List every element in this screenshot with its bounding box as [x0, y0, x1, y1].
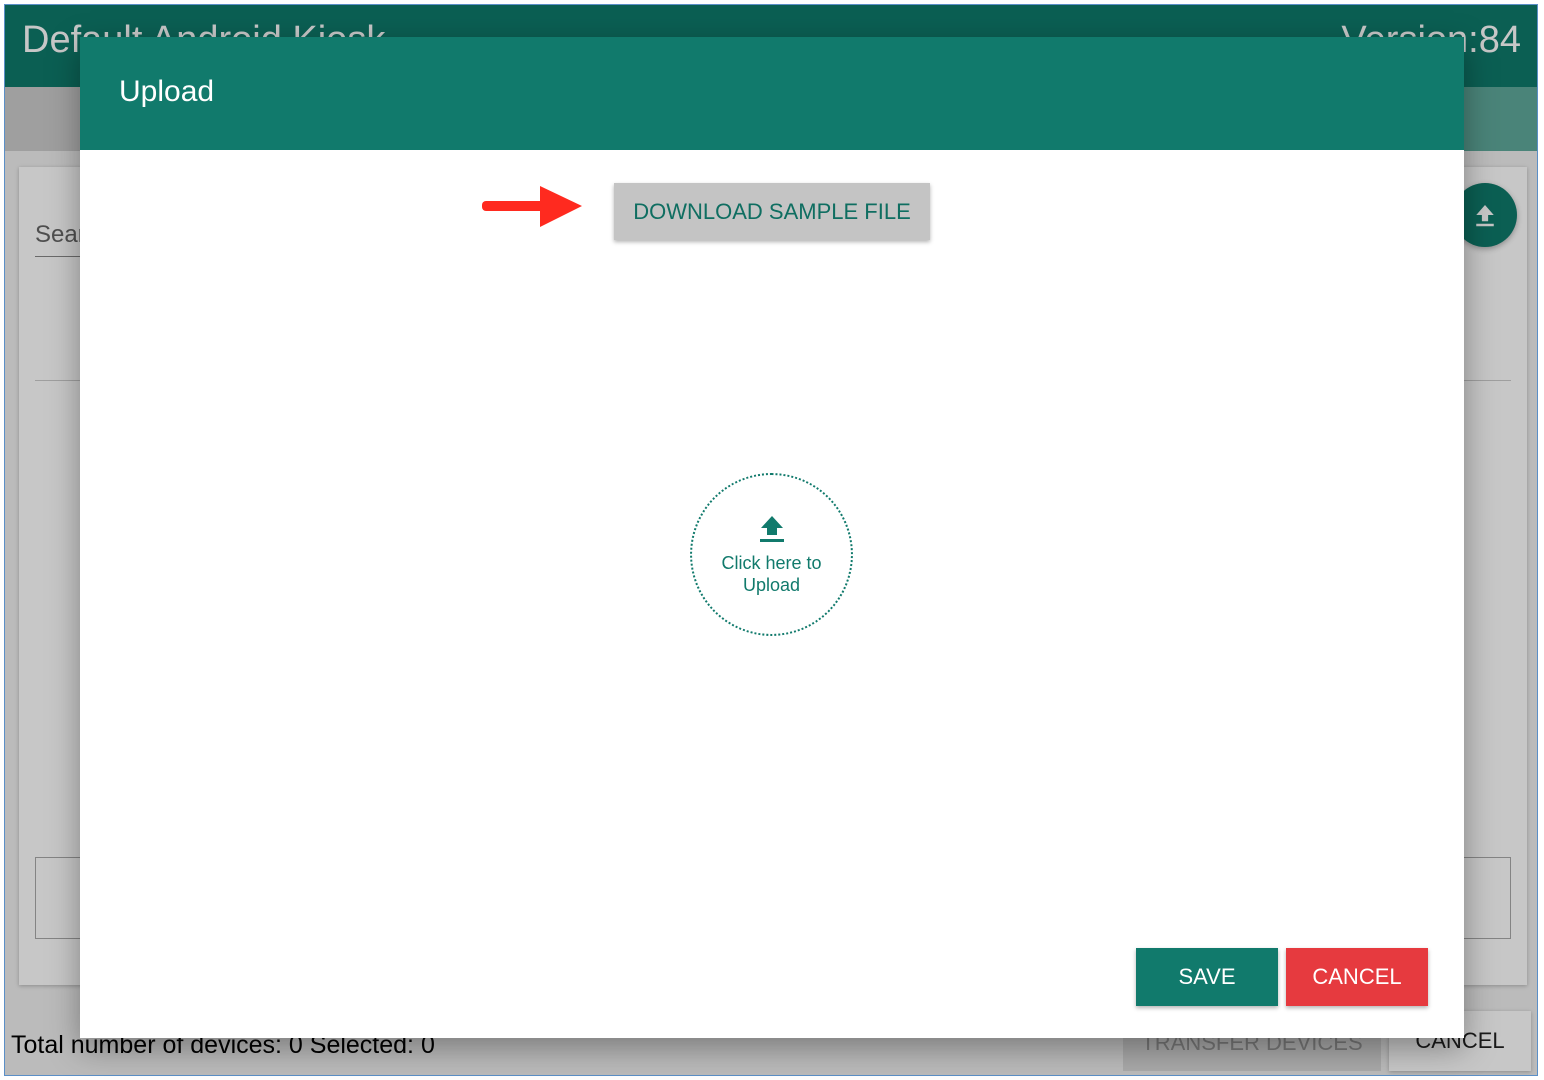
- upload-prompt: Click here to Upload: [721, 552, 822, 595]
- dialog-header: Upload: [80, 37, 1464, 150]
- download-sample-file-button[interactable]: DOWNLOAD SAMPLE FILE: [614, 183, 930, 240]
- upload-dialog: Upload DOWNLOAD SAMPLE FILE Click here t…: [80, 37, 1464, 1038]
- upload-dropzone[interactable]: Click here to Upload: [690, 473, 853, 636]
- upload-icon: [759, 515, 784, 542]
- cancel-button[interactable]: CANCEL: [1286, 948, 1428, 1006]
- red-arrow-icon: [482, 186, 582, 227]
- save-button[interactable]: SAVE: [1136, 948, 1278, 1006]
- dialog-title: Upload: [119, 75, 215, 108]
